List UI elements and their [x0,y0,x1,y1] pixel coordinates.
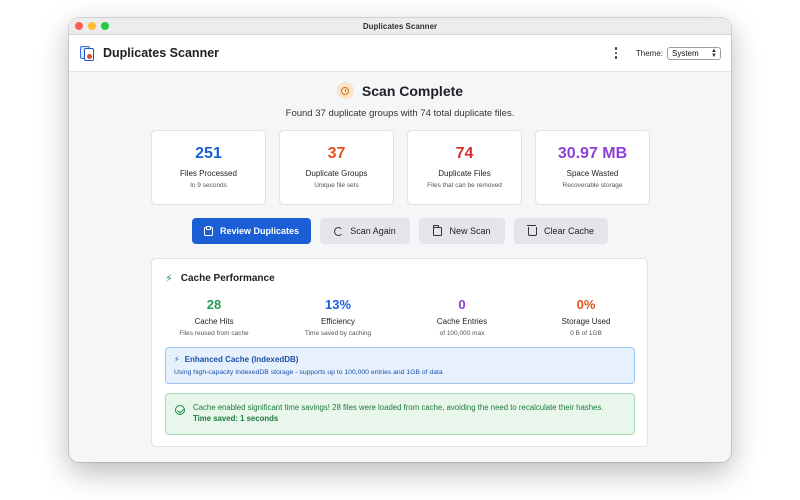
theme-select[interactable]: System ▲ ▼ [667,46,721,60]
cache-stat-value: 28 [206,297,222,312]
check-circle-icon [175,405,185,415]
lightning-icon: ⚡︎ [165,273,173,285]
new-scan-label: New Scan [449,226,491,236]
scan-status: Scan Complete [69,82,731,99]
cache-stat-value: 0% [576,297,596,312]
scan-again-label: Scan Again [350,226,396,236]
clear-cache-label: Clear Cache [543,226,595,236]
cache-stat-entries: 0 Cache Entries of 100,000 max [400,297,524,337]
info-circle-icon [336,82,354,99]
cache-stat-subtext: of 100,000 max [439,330,485,337]
window-controls [75,22,109,30]
cache-title: Cache Performance [180,273,275,284]
refresh-icon [334,226,344,236]
cache-stat-value: 13% [324,297,352,312]
stat-value: 30.97 MB [557,145,628,162]
review-duplicates-label: Review Duplicates [219,226,300,236]
cache-stat-subtext: Time saved by caching [304,330,372,337]
stat-subtext: Unique file sets [314,182,359,189]
stat-subtext: Files that can be removed [427,182,502,189]
title-bar: Duplicates Scanner [69,18,731,35]
info-title-row: ⚡︎ Enhanced Cache (IndexedDB) [174,355,626,364]
stat-subtext: Recoverable storage [562,182,623,189]
stat-value: 251 [195,145,222,162]
cache-stat-value: 0 [458,297,466,312]
status-title: Scan Complete [361,82,464,99]
stats-row: 251 Files Processed In 9 seconds 37 Dupl… [151,130,650,205]
info-title: Enhanced Cache (IndexedDB) [184,355,299,364]
cache-stat-subtext: 0 B of 1GB [570,330,602,337]
more-options-icon[interactable] [610,46,622,60]
review-duplicates-button[interactable]: Review Duplicates [192,218,311,244]
cache-stat-label: Cache Entries [436,317,488,326]
cache-stat-hits: 28 Cache Hits Files reused from cache [152,297,276,337]
success-text: Cache enabled significant time savings! … [193,403,604,412]
stat-value: 37 [327,145,346,162]
new-scan-button[interactable]: New Scan [419,218,505,244]
time-savings-box: Cache enabled significant time savings! … [165,393,635,435]
minimize-window-button[interactable] [88,22,96,30]
cache-stat-storage: 0% Storage Used 0 B of 1GB [524,297,648,337]
app-logo-icon [79,45,95,61]
cache-performance-panel: ⚡︎ Cache Performance 28 Cache Hits Files… [151,258,648,447]
indexeddb-info-box: ⚡︎ Enhanced Cache (IndexedDB) Using high… [165,347,635,384]
stat-card-space-wasted: 30.97 MB Space Wasted Recoverable storag… [535,130,650,205]
theme-label: Theme: [635,48,663,58]
stat-card-files-processed: 251 Files Processed In 9 seconds [151,130,266,205]
stat-subtext: In 9 seconds [190,182,227,189]
cache-stat-label: Cache Hits [194,317,234,326]
clear-cache-button[interactable]: Clear Cache [514,218,608,244]
clipboard-icon [203,225,213,236]
cache-stat-efficiency: 13% Efficiency Time saved by caching [276,297,400,337]
zoom-window-button[interactable] [101,22,109,30]
cache-header: ⚡︎ Cache Performance [165,272,275,285]
stat-label: Duplicate Groups [305,169,368,178]
scan-summary: Found 37 duplicate groups with 74 total … [285,108,515,119]
stat-card-duplicate-groups: 37 Duplicate Groups Unique file sets [279,130,394,205]
info-text: Using high-capacity IndexedDB storage - … [174,369,443,376]
app-name: Duplicates Scanner [103,46,220,60]
window-title: Duplicates Scanner [362,21,438,31]
stat-label: Space Wasted [566,169,619,178]
main-content: Scan Complete Found 37 duplicate groups … [69,72,731,461]
select-arrows-icon: ▲ ▼ [711,47,717,59]
folder-icon [433,224,443,236]
scan-again-button[interactable]: Scan Again [320,218,410,244]
cache-stats-row: 28 Cache Hits Files reused from cache 13… [152,297,649,337]
lightning-icon: ⚡︎ [174,355,180,364]
cache-stat-subtext: Files reused from cache [179,330,249,337]
stat-value: 74 [455,145,474,162]
cache-stat-label: Efficiency [320,317,356,326]
app-window: Duplicates Scanner Duplicates Scanner Th… [69,18,731,462]
stat-label: Duplicate Files [438,169,491,178]
cache-stat-label: Storage Used [561,317,611,326]
theme-select-value: System [672,48,699,58]
trash-icon [526,224,537,236]
time-saved-text: Time saved: 1 seconds [193,413,279,423]
close-window-button[interactable] [75,22,83,30]
stat-label: Files Processed [180,169,237,178]
action-buttons: Review Duplicates Scan Again New Scan Cl… [192,218,608,244]
stat-card-duplicate-files: 74 Duplicate Files Files that can be rem… [407,130,522,205]
app-header: Duplicates Scanner Theme: System ▲ ▼ [69,35,731,72]
